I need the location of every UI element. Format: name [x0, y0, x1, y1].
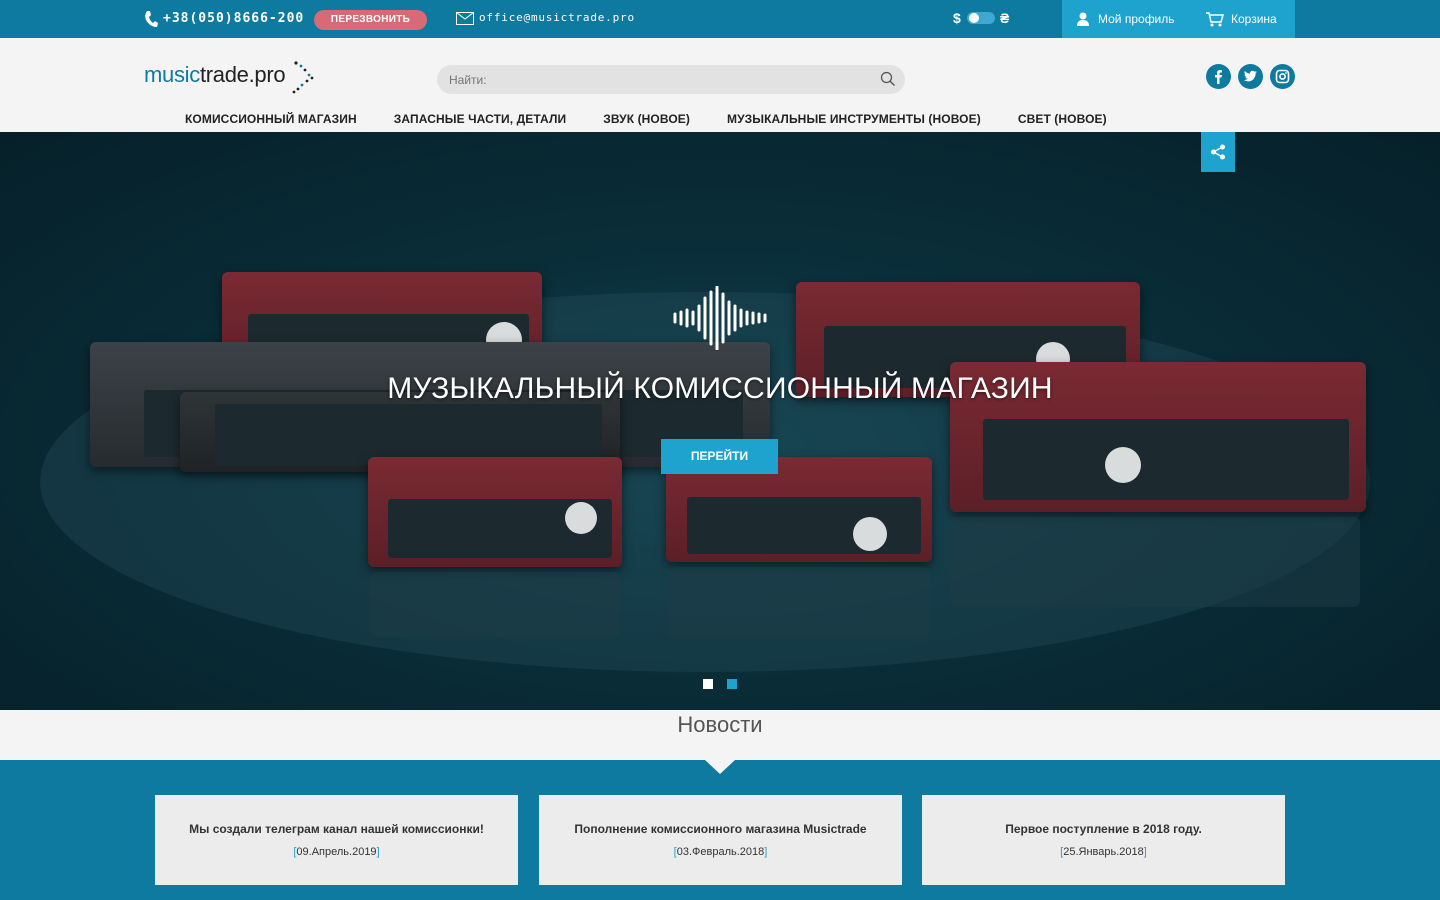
logo-text-trade: trade.pro	[199, 62, 286, 87]
cart-icon	[1206, 12, 1224, 27]
news-header: Новости	[0, 710, 1440, 760]
news-card-date: [09.Апрель.2019]	[293, 846, 380, 858]
mail-icon	[456, 12, 474, 25]
hero-go-button[interactable]: ПЕРЕЙТИ	[661, 439, 778, 474]
logo-text-music: music	[144, 62, 200, 87]
account-panel: Мой профиль Корзина	[1062, 0, 1295, 38]
cart-link[interactable]: Корзина	[1231, 12, 1277, 26]
toggle-knob	[969, 13, 979, 23]
news-card[interactable]: Первое поступление в 2018 году. [25.Янва…	[922, 795, 1285, 885]
main-nav: КОМИССИОННЫЙ МАГАЗИН ЗАПАСНЫЕ ЧАСТИ, ДЕТ…	[185, 112, 1144, 126]
profile-link[interactable]: Мой профиль	[1098, 12, 1175, 26]
nav-item-light[interactable]: СВЕТ (НОВОЕ)	[1018, 112, 1107, 126]
news-card[interactable]: Мы создали телеграм канал нашей комиссио…	[155, 795, 518, 885]
slider-dot-2[interactable]	[727, 679, 737, 689]
top-bar: +38(050)8666-200 ПЕРЕЗВОНИТЬ office@musi…	[0, 0, 1440, 38]
news-card-title[interactable]: Пополнение комиссионного магазина Musict…	[539, 822, 902, 836]
currency-uah[interactable]: ₴	[1000, 10, 1009, 26]
share-button[interactable]	[1201, 132, 1235, 172]
email-link[interactable]: office@musictrade.pro	[479, 11, 635, 24]
header: musictrade.pro КОМИССИОННЫЙ МАГАЗИН ЗАПА…	[0, 38, 1440, 132]
slider-dot-1[interactable]	[703, 679, 713, 689]
news-card-title[interactable]: Мы создали телеграм канал нашей комиссио…	[155, 822, 518, 836]
section-notch	[705, 760, 735, 774]
facebook-icon[interactable]	[1206, 64, 1231, 89]
news-section: Мы создали телеграм канал нашей комиссио…	[0, 760, 1440, 900]
news-card-title[interactable]: Первое поступление в 2018 году.	[922, 822, 1285, 836]
search-input[interactable]	[437, 65, 905, 94]
news-card-date: [03.Февраль.2018]	[673, 846, 768, 858]
news-card[interactable]: Пополнение комиссионного магазина Musict…	[539, 795, 902, 885]
share-icon	[1211, 144, 1225, 160]
sound-wave-icon	[673, 286, 767, 350]
nav-item-sound[interactable]: ЗВУК (НОВОЕ)	[603, 112, 690, 126]
nav-item-commission-shop[interactable]: КОМИССИОННЫЙ МАГАЗИН	[185, 112, 357, 126]
logo[interactable]: musictrade.pro	[144, 62, 286, 88]
instagram-icon[interactable]	[1270, 64, 1295, 89]
logo-dots-icon	[292, 61, 314, 94]
nav-item-spare-parts[interactable]: ЗАПАСНЫЕ ЧАСТИ, ДЕТАЛИ	[394, 112, 566, 126]
news-title: Новости	[677, 712, 763, 737]
twitter-icon[interactable]	[1238, 64, 1263, 89]
phone-icon	[145, 11, 158, 27]
phone-number[interactable]: +38(050)8666-200	[163, 11, 304, 26]
callback-button[interactable]: ПЕРЕЗВОНИТЬ	[314, 10, 427, 30]
user-icon	[1077, 12, 1089, 26]
currency-usd[interactable]: $	[953, 10, 961, 26]
hero-slider: МУЗЫКАЛЬНЫЙ КОМИССИОННЫЙ МАГАЗИН ПЕРЕЙТИ	[0, 132, 1440, 710]
currency-toggle[interactable]	[967, 12, 995, 24]
news-card-date: [25.Январь.2018]	[1060, 846, 1147, 858]
search-icon[interactable]	[880, 71, 896, 87]
nav-item-instruments[interactable]: МУЗЫКАЛЬНЫЕ ИНСТРУМЕНТЫ (НОВОЕ)	[727, 112, 981, 126]
hero-title: МУЗЫКАЛЬНЫЙ КОМИССИОННЫЙ МАГАЗИН	[387, 372, 1053, 405]
